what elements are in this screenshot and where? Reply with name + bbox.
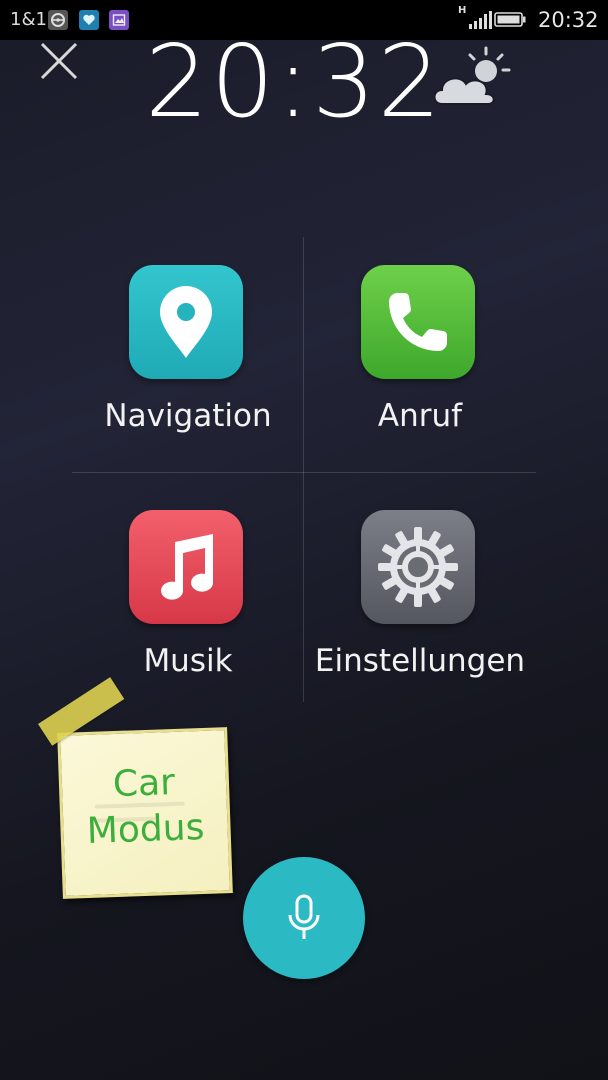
sticky-note-line1: Car xyxy=(112,761,176,806)
tile-settings-label: Einstellungen xyxy=(314,643,526,679)
health-app-icon xyxy=(79,10,99,30)
tile-navigation[interactable]: Navigation xyxy=(73,238,303,468)
battery-icon xyxy=(494,12,526,27)
network-type-label: H xyxy=(458,5,467,16)
car-mode-sticky-note[interactable]: Car Modus xyxy=(57,727,233,899)
sticky-note-line2: Modus xyxy=(86,806,206,853)
steering-wheel-icon xyxy=(48,10,68,30)
gear-icon xyxy=(361,510,475,624)
tile-call[interactable]: Anruf xyxy=(305,238,535,468)
tile-navigation-label: Navigation xyxy=(104,398,272,434)
carrier-label: 1&1 xyxy=(10,9,47,30)
clock-time: 20:32 xyxy=(145,23,444,140)
map-pin-icon xyxy=(129,265,243,379)
gallery-app-icon xyxy=(109,10,129,30)
signal-strength-icon xyxy=(468,10,492,30)
grid-divider-vertical xyxy=(303,237,304,702)
partly-cloudy-icon[interactable] xyxy=(430,44,514,112)
sticky-note-text: Car Modus xyxy=(61,758,228,856)
voice-input-button[interactable] xyxy=(243,857,365,979)
tile-settings[interactable]: Einstellungen xyxy=(305,483,535,713)
tile-call-label: Anruf xyxy=(377,398,463,434)
status-time: 20:32 xyxy=(538,8,599,32)
microphone-icon xyxy=(288,894,320,939)
tile-music-label: Musik xyxy=(143,643,233,679)
music-note-icon xyxy=(129,510,243,624)
grid-divider-horizontal xyxy=(72,472,536,473)
close-button[interactable] xyxy=(38,40,80,82)
close-icon xyxy=(40,42,78,80)
phone-icon xyxy=(361,265,475,379)
